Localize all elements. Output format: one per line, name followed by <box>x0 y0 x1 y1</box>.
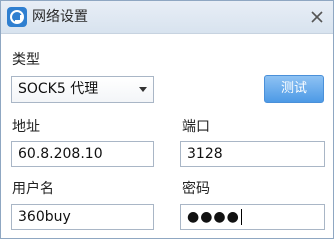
port-label: 端口 <box>182 119 210 135</box>
address-input[interactable]: 60.8.208.10 <box>11 141 154 167</box>
username-label: 用户名 <box>12 181 54 197</box>
username-value: 360buy <box>18 209 71 225</box>
close-icon[interactable] <box>307 7 327 27</box>
password-input[interactable]: ●●●● <box>180 204 325 230</box>
password-mask: ●●●● <box>187 209 240 225</box>
password-label: 密码 <box>182 181 210 197</box>
test-button[interactable]: 测试 <box>264 75 324 103</box>
address-value: 60.8.208.10 <box>18 146 103 162</box>
type-label: 类型 <box>12 52 40 68</box>
proxy-type-value: SOCK5 代理 <box>18 81 99 97</box>
network-settings-icon <box>7 7 27 27</box>
port-input[interactable]: 3128 <box>180 141 325 167</box>
proxy-type-select[interactable]: SOCK5 代理 <box>11 76 154 103</box>
chevron-down-icon <box>139 87 147 92</box>
address-label: 地址 <box>12 119 40 135</box>
text-caret <box>240 209 242 225</box>
username-input[interactable]: 360buy <box>11 204 154 230</box>
port-value: 3128 <box>187 146 223 162</box>
window-title: 网络设置 <box>32 9 88 25</box>
title-bar[interactable]: 网络设置 <box>1 1 333 34</box>
network-settings-dialog: 网络设置 类型 SOCK5 代理 测试 地址 60.8.208.10 端口 31… <box>0 0 334 239</box>
